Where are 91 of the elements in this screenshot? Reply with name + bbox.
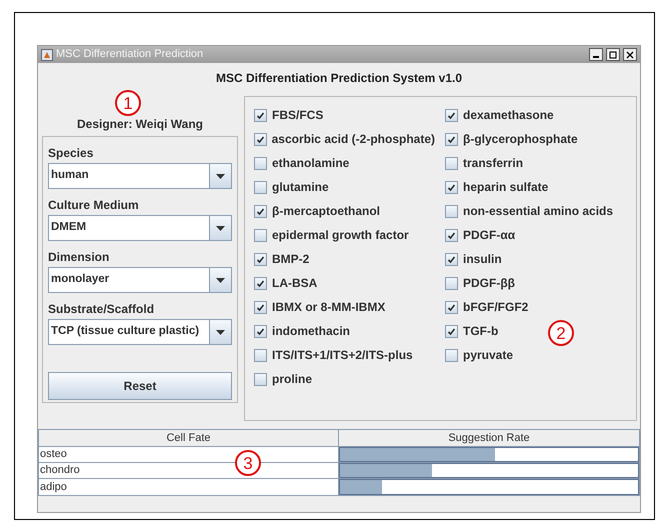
annotation-marker: 1	[115, 90, 141, 116]
caret-icon	[216, 330, 225, 334]
checkmark-icon	[447, 134, 456, 144]
app-icon	[41, 48, 53, 60]
checkbox[interactable]	[254, 348, 267, 362]
checkmark-icon	[447, 182, 456, 192]
checkbox-label: dexamethasone	[463, 107, 554, 124]
checkbox-label: ethanolamine	[272, 155, 350, 172]
dropdown[interactable]: TCP (tissue culture plastic)	[48, 319, 232, 345]
checkbox[interactable]	[445, 276, 458, 290]
checkbox[interactable]	[254, 108, 267, 122]
checkbox-label: pyruvate	[463, 347, 514, 364]
minimize-button[interactable]	[589, 48, 603, 61]
checkbox-label: heparin sulfate	[463, 179, 548, 196]
checkbox-label: β-glycerophosphate	[463, 131, 578, 148]
dropdown-value: human	[50, 168, 90, 184]
field-label: Substrate/Scaffold	[48, 301, 156, 318]
checkbox-label: PDGF-αα	[463, 227, 516, 244]
checkbox[interactable]	[254, 300, 267, 314]
column-header[interactable]: Suggestion Rate	[339, 430, 639, 446]
checkbox-label: bFGF/FGF2	[463, 299, 528, 316]
checkmark-icon	[256, 134, 265, 144]
checkbox-label: IBMX or 8-MM-IBMX	[272, 299, 386, 316]
checkbox-label: β-mercaptoethanol	[272, 203, 380, 220]
close-button[interactable]	[623, 48, 637, 61]
maximize-icon	[609, 50, 617, 58]
reset-button[interactable]: Reset	[48, 372, 232, 400]
checkbox-label: proline	[272, 371, 312, 388]
app-heading: MSC Differentiation Prediction System v1.0	[216, 70, 462, 87]
checkbox-label: insulin	[463, 251, 502, 268]
checkbox-label: ITS/ITS+1/ITS+2/ITS-plus	[272, 347, 413, 364]
checkbox-label: PDGF-ββ	[463, 275, 515, 292]
minimize-icon	[593, 56, 599, 58]
checkbox[interactable]	[445, 300, 458, 314]
checkbox[interactable]	[254, 252, 267, 266]
checkbox[interactable]	[254, 156, 267, 170]
checkbox[interactable]	[254, 228, 267, 242]
dropdown-value: monolayer	[50, 272, 110, 288]
checkmark-icon	[256, 110, 265, 120]
dropdown[interactable]: monolayer	[48, 267, 232, 293]
caret-icon	[216, 278, 225, 282]
checkbox-label: FBS/FCS	[272, 107, 324, 124]
checkbox-label: ascorbic acid (-2-phosphate)	[272, 131, 435, 148]
checkbox[interactable]	[254, 180, 267, 194]
annotation-marker: 2	[548, 320, 574, 346]
checkbox-label: non-essential amino acids	[463, 203, 614, 220]
field-label: Species	[48, 145, 94, 162]
checkmark-icon	[256, 302, 265, 312]
maximize-button[interactable]	[606, 48, 620, 61]
checkbox-label: BMP-2	[272, 251, 310, 268]
checkbox[interactable]	[445, 348, 458, 362]
checkmark-icon	[256, 326, 265, 336]
checkbox[interactable]	[445, 228, 458, 242]
checkbox[interactable]	[254, 372, 267, 386]
checkbox[interactable]	[445, 156, 458, 170]
checkbox[interactable]	[254, 276, 267, 290]
dropdown-value: DMEM	[50, 220, 88, 236]
checkbox[interactable]	[445, 132, 458, 146]
close-icon	[626, 50, 634, 58]
designer-label: Designer: Weiqi Wang	[76, 116, 203, 133]
checkbox-label: epidermal growth factor	[272, 227, 409, 244]
checkbox-label: TGF-b	[463, 323, 498, 340]
checkmark-icon	[256, 206, 265, 216]
checkbox-label: indomethacin	[272, 323, 350, 340]
checkmark-icon	[447, 254, 456, 264]
column-header[interactable]: Cell Fate	[39, 430, 339, 446]
checkbox[interactable]	[254, 324, 267, 338]
checkbox[interactable]	[445, 108, 458, 122]
window-title: MSC Differentiation Prediction	[56, 47, 204, 62]
dropdown[interactable]: human	[48, 163, 232, 189]
checkmark-icon	[447, 110, 456, 120]
field-label: Dimension	[48, 249, 110, 266]
checkmark-icon	[256, 254, 265, 264]
checkbox[interactable]	[445, 324, 458, 338]
checkbox-label: glutamine	[272, 179, 329, 196]
checkmark-icon	[447, 302, 456, 312]
checkbox[interactable]	[254, 204, 267, 218]
checkbox[interactable]	[445, 252, 458, 266]
checkbox-label: transferrin	[463, 155, 524, 172]
checkbox-label: LA-BSA	[272, 275, 318, 292]
checkbox[interactable]	[445, 204, 458, 218]
field-label: Culture Medium	[48, 197, 140, 214]
checkmark-icon	[256, 278, 265, 288]
caret-icon	[216, 174, 225, 178]
dropdown[interactable]: DMEM	[48, 215, 232, 241]
dropdown-value: TCP (tissue culture plastic)	[50, 324, 200, 340]
checkmark-icon	[447, 326, 456, 336]
checkmark-icon	[447, 230, 456, 240]
checkbox[interactable]	[254, 132, 267, 146]
checkbox[interactable]	[445, 180, 458, 194]
caret-icon	[216, 226, 225, 230]
